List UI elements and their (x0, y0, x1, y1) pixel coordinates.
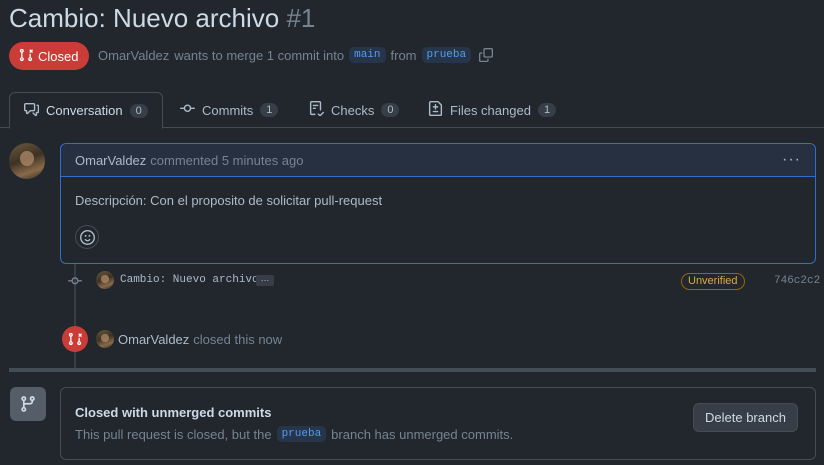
commit-message-link[interactable]: Cambio: Nuevo archivo (120, 274, 259, 286)
git-commit-icon (180, 101, 195, 119)
closed-event: OmarValdez closed this now (62, 326, 282, 352)
pr-title: Cambio: Nuevo archivo #1 (9, 3, 315, 34)
expand-commit-button[interactable]: … (256, 274, 274, 286)
pr-meta-text-b: from (390, 47, 417, 63)
comment-card: OmarValdez commented 5 minutes ago ··· D… (60, 143, 816, 264)
comment-timestamp[interactable]: commented 5 minutes ago (150, 153, 303, 168)
checklist-icon (309, 101, 325, 119)
tab-files-changed-label: Files changed (450, 102, 531, 118)
comment-header: OmarValdez commented 5 minutes ago ··· (61, 144, 815, 177)
smiley-icon[interactable] (75, 225, 99, 249)
merge-status-box: Closed with unmerged commits This pull r… (60, 387, 816, 460)
pr-meta-text-a: wants to merge 1 commit into (174, 47, 345, 63)
tab-conversation-count: 0 (129, 103, 148, 118)
avatar[interactable] (9, 143, 45, 179)
pr-meta: OmarValdez wants to merge 1 commit into … (98, 47, 494, 63)
tab-commits-label: Commits (202, 102, 254, 118)
delete-branch-button[interactable]: Delete branch (693, 403, 798, 432)
merge-status-title: Closed with unmerged commits (75, 405, 272, 420)
closed-event-text: closed this now (193, 331, 283, 347)
merge-desc-b: branch has unmerged commits. (331, 426, 514, 442)
timeline-divider (9, 368, 816, 372)
status-badge: Closed (9, 42, 90, 70)
file-diff-icon (428, 101, 443, 119)
comment-body: Descripción: Con el proposito de solicit… (75, 193, 383, 208)
kebab-menu-icon[interactable]: ··· (782, 151, 801, 169)
head-branch[interactable]: prueba (421, 47, 472, 63)
pr-number: #1 (286, 3, 316, 33)
git-commit-icon (68, 274, 82, 291)
status-badge-label: Closed (38, 48, 79, 64)
pr-tabs: Conversation 0 Commits 1 Checks 0 Files … (0, 92, 824, 129)
tab-checks[interactable]: Checks 0 (295, 92, 413, 128)
tab-files-changed-count: 1 (537, 103, 557, 117)
tab-commits[interactable]: Commits 1 (166, 92, 292, 128)
merge-status-desc: This pull request is closed, but the pru… (75, 426, 513, 442)
tab-conversation-label: Conversation (46, 103, 123, 118)
commit-sha-link[interactable]: 746c2c2 (774, 275, 820, 287)
tab-checks-count: 0 (381, 103, 400, 117)
git-pull-request-closed-icon (62, 326, 88, 352)
base-branch[interactable]: main (349, 47, 386, 63)
avatar[interactable] (96, 271, 114, 289)
merge-desc-a: This pull request is closed, but the (75, 426, 272, 442)
avatar[interactable] (96, 330, 114, 348)
pr-author-link[interactable]: OmarValdez (98, 48, 169, 63)
unmerged-branch[interactable]: prueba (276, 426, 327, 442)
tab-files-changed[interactable]: Files changed 1 (414, 92, 570, 128)
copy-icon[interactable] (479, 48, 494, 62)
comment-author-link[interactable]: OmarValdez (75, 153, 146, 168)
git-pull-request-closed-icon (19, 48, 33, 65)
comment-discussion-icon (24, 102, 40, 120)
tab-commits-count: 1 (260, 103, 279, 117)
git-branch-icon (10, 387, 46, 421)
tab-conversation[interactable]: Conversation 0 (9, 92, 163, 129)
commit-row: Cambio: Nuevo archivo … Unverified 746c2… (64, 270, 820, 292)
unverified-badge[interactable]: Unverified (681, 273, 745, 290)
closed-event-author-link[interactable]: OmarValdez (118, 332, 189, 347)
pr-title-text: Cambio: Nuevo archivo (9, 3, 280, 33)
tab-checks-label: Checks (331, 102, 375, 118)
